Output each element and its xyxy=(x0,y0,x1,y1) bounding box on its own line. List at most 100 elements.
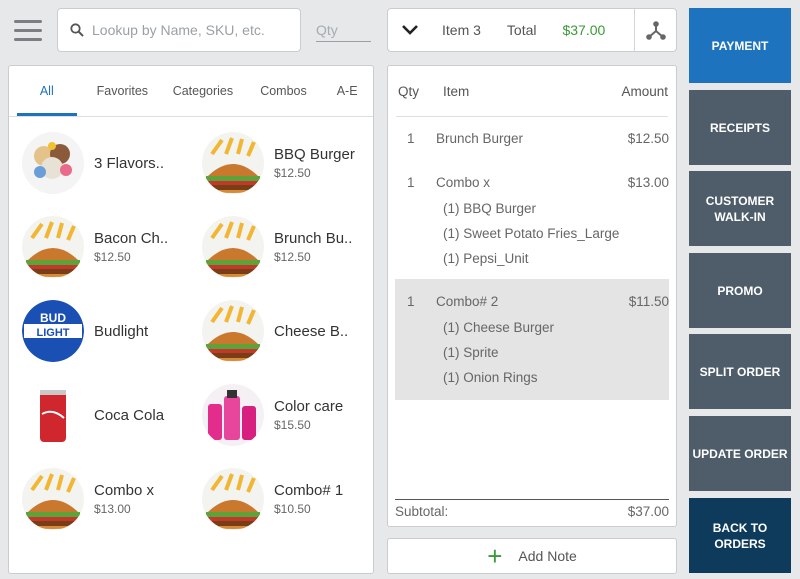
product-name: 3 Flavors.. xyxy=(94,154,165,172)
product-name: Brunch Bu.. xyxy=(274,230,353,247)
subtotal-label: Subtotal: xyxy=(395,504,449,519)
product-image xyxy=(202,468,264,530)
product-name: Budlight xyxy=(94,322,149,340)
product-tile[interactable]: Cheese B.. xyxy=(189,289,369,373)
product-price: $10.50 xyxy=(274,502,311,516)
svg-text:LIGHT: LIGHT xyxy=(37,327,70,339)
customer-walk-in-button[interactable]: CUSTOMER WALK-IN xyxy=(689,171,791,246)
line-amount: $12.50 xyxy=(627,131,669,146)
split-order-icon[interactable] xyxy=(634,9,676,51)
qty-input[interactable] xyxy=(316,18,371,42)
product-price: $12.50 xyxy=(274,250,311,264)
product-info: Budlight xyxy=(94,323,148,340)
product-panel: All Favorites Categories Combos A-E 3 Fl… xyxy=(8,65,374,574)
product-info: Color care $15.50 xyxy=(274,398,343,432)
category-tabs: All Favorites Categories Combos A-E xyxy=(9,66,373,117)
product-price: $12.50 xyxy=(94,250,131,264)
payment-button[interactable]: PAYMENT xyxy=(689,8,791,83)
product-image xyxy=(202,384,264,446)
item-column-header: Item xyxy=(443,83,470,99)
product-image xyxy=(202,300,264,362)
tab-favorites[interactable]: Favorites xyxy=(85,66,161,116)
line-amount: $13.00 xyxy=(627,175,669,190)
product-tile[interactable]: Coca Cola xyxy=(9,373,189,457)
chevron-down-icon[interactable] xyxy=(388,9,432,51)
search-icon xyxy=(70,23,84,37)
product-info: Cheese B.. xyxy=(274,323,348,340)
qty-column-header: Qty xyxy=(398,83,420,99)
product-price: $12.50 xyxy=(274,166,311,180)
line-item-name: Brunch Burger xyxy=(436,131,524,146)
product-image xyxy=(22,132,84,194)
ticket-line[interactable]: 1 Combo x $13.00 (1) BBQ Burger (1) Sweet Po… xyxy=(395,170,669,271)
line-modifier: (1) Pepsi_Unit xyxy=(443,251,529,266)
back-to-orders-button[interactable]: BACK TO ORDERS xyxy=(689,498,791,573)
product-tile[interactable]: Brunch Bu.. $12.50 xyxy=(189,205,369,289)
line-qty: 1 xyxy=(407,294,415,309)
line-item-name: Combo x xyxy=(436,175,491,190)
product-tile[interactable]: Color care $15.50 xyxy=(189,373,369,457)
line-modifier: (1) BBQ Burger xyxy=(443,201,537,216)
plus-icon: + xyxy=(487,541,503,571)
amount-column-header: Amount xyxy=(621,83,668,99)
line-modifier: (1) Sweet Potato Fries_Large xyxy=(443,226,620,241)
product-image xyxy=(22,216,84,278)
product-tile[interactable]: BUD LIGHT Budlight xyxy=(9,289,189,373)
product-name: Combo# 1 xyxy=(274,482,344,499)
line-modifier: (1) Sprite xyxy=(443,345,499,360)
ticket-header: Qty Item Amount xyxy=(396,66,668,117)
ticket-line[interactable]: 1 Brunch Burger $12.50 xyxy=(395,126,669,152)
tab-all[interactable]: All xyxy=(9,66,85,116)
product-name: Cheese B.. xyxy=(274,322,349,340)
product-info: Coca Cola xyxy=(94,407,164,424)
item-count: Item 3 xyxy=(442,22,481,38)
line-qty: 1 xyxy=(407,175,415,190)
ticket-line-main: 1 Combo# 2 $11.50 xyxy=(395,289,669,315)
product-name: Bacon Ch.. xyxy=(94,230,169,247)
ticket-line[interactable]: 1 Combo# 2 $11.50 (1) Cheese Burger (1) Spri… xyxy=(395,279,669,400)
product-image xyxy=(22,384,84,446)
product-info: Combo# 1 $10.50 xyxy=(274,482,343,516)
line-modifier: (1) Cheese Burger xyxy=(443,320,555,335)
tab-a-e[interactable]: A-E xyxy=(321,66,373,116)
product-name: BBQ Burger xyxy=(274,146,355,163)
product-info: Brunch Bu.. $12.50 xyxy=(274,230,352,264)
subtotal-value: $37.00 xyxy=(627,504,669,519)
line-qty: 1 xyxy=(407,131,415,146)
split-order-button[interactable]: SPLIT ORDER xyxy=(689,334,791,409)
total-label: Total xyxy=(506,22,537,38)
tab-categories[interactable]: Categories xyxy=(160,66,246,116)
total-value: $37.00 xyxy=(562,22,606,38)
product-info: Combo x $13.00 xyxy=(94,482,154,516)
tab-combos[interactable]: Combos xyxy=(246,66,322,116)
product-tile[interactable]: 3 Flavors.. xyxy=(9,121,189,205)
subtotal-row: Subtotal: $37.00 xyxy=(395,499,669,519)
ticket-line-main: 1 Brunch Burger $12.50 xyxy=(395,126,669,152)
product-image xyxy=(202,132,264,194)
receipts-button[interactable]: RECEIPTS xyxy=(689,90,791,165)
search-box[interactable] xyxy=(57,8,301,52)
product-info: Bacon Ch.. $12.50 xyxy=(94,230,168,264)
product-tile[interactable]: Bacon Ch.. $12.50 xyxy=(9,205,189,289)
product-price: $15.50 xyxy=(274,418,311,432)
hamburger-menu-icon[interactable] xyxy=(8,12,48,48)
order-ticket: Qty Item Amount 1 Brunch Burger $12.50 1 Com… xyxy=(387,65,677,527)
promo-button[interactable]: PROMO xyxy=(689,253,791,328)
product-tile[interactable]: Combo# 1 $10.50 xyxy=(189,457,369,541)
product-name: Combo x xyxy=(94,482,155,499)
product-name: Coca Cola xyxy=(94,406,165,424)
line-amount: $11.50 xyxy=(628,294,669,309)
svg-text:BUD: BUD xyxy=(40,311,66,325)
product-tile[interactable]: BBQ Burger $12.50 xyxy=(189,121,369,205)
search-input[interactable] xyxy=(92,22,282,38)
product-tile[interactable]: Combo x $13.00 xyxy=(9,457,189,541)
product-image: BUD LIGHT xyxy=(22,300,84,362)
update-order-button[interactable]: UPDATE ORDER xyxy=(689,416,791,491)
line-item-name: Combo# 2 xyxy=(436,294,499,309)
product-name: Color care xyxy=(274,398,344,415)
add-note-label: Add Note xyxy=(518,548,577,564)
add-note-button[interactable]: + Add Note xyxy=(387,538,677,574)
product-info: BBQ Burger $12.50 xyxy=(274,146,355,180)
product-image xyxy=(202,216,264,278)
ticket-line-main: 1 Combo x $13.00 xyxy=(395,170,669,196)
